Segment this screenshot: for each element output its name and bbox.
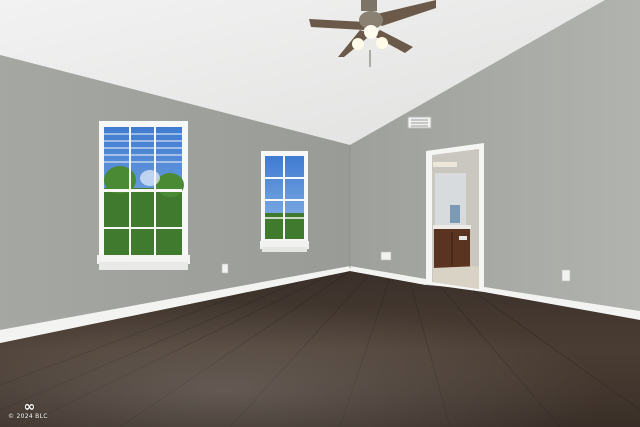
infinity-logo-icon: ∞ [23,399,36,415]
room-illustration [0,0,640,427]
watermark-text: © 2024 BLC [8,413,48,420]
empty-room-photo: ∞ © 2024 BLC [0,0,640,427]
outlet-right [561,269,571,282]
light-switch [380,251,392,261]
bathroom-doorway [426,143,484,292]
middle-window [260,151,309,252]
left-window [97,121,190,270]
outlet-left [221,263,229,274]
hvac-vent [407,116,432,129]
brokerage-watermark: ∞ © 2024 BLC [8,399,48,421]
